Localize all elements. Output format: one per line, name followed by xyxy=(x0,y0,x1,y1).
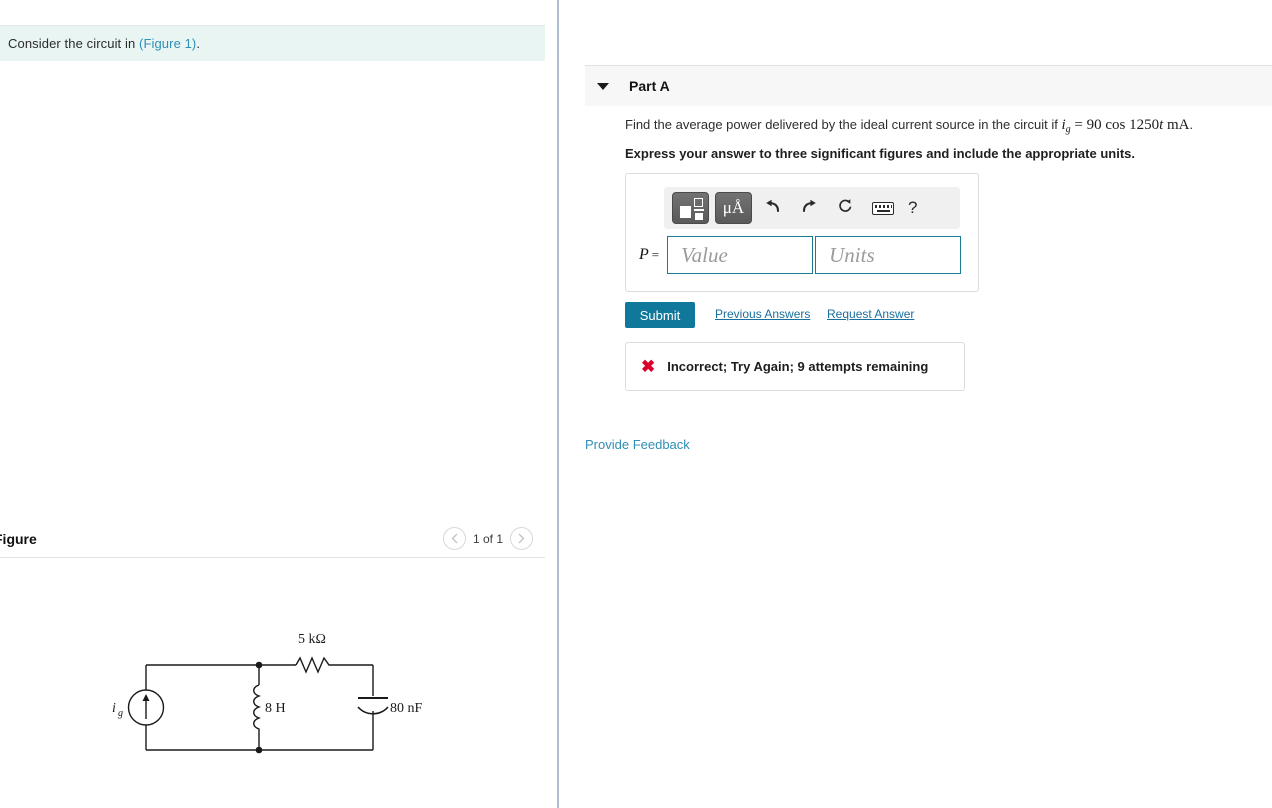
chevron-left-icon xyxy=(451,533,458,544)
answer-box: μÅ ? P = Value Units xyxy=(625,173,979,292)
math-equation: = 90 cos 1250 xyxy=(1070,117,1160,133)
inductor-symbol xyxy=(253,684,262,733)
template-block-filled xyxy=(680,206,691,218)
question-prefix: Find the average power delivered by the … xyxy=(625,117,1062,132)
answer-units-placeholder: Units xyxy=(829,242,875,267)
intro-text-before: Consider the circuit in xyxy=(8,36,140,51)
current-source-label: i xyxy=(112,701,116,716)
answer-variable: P xyxy=(639,246,649,263)
inductor-label: 8 H xyxy=(265,701,286,716)
current-source-sub: g xyxy=(118,708,123,719)
redo-icon[interactable] xyxy=(794,199,824,218)
reset-icon[interactable] xyxy=(830,198,860,219)
figure-canvas: i g 8 H 5 kΩ 80 nF xyxy=(0,570,545,808)
figure-pager-label: 1 of 1 xyxy=(472,531,503,546)
answer-instruction: Express your answer to three significant… xyxy=(625,146,1135,161)
question-text: Find the average power delivered by the … xyxy=(625,117,1265,135)
question-math: ig = 90 cos 1250t mA xyxy=(1061,117,1190,135)
keyboard-icon[interactable] xyxy=(872,201,894,215)
units-label: μÅ xyxy=(722,198,745,217)
math-toolbar: μÅ ? xyxy=(664,187,960,229)
part-a-header[interactable]: Part A xyxy=(585,65,1272,106)
question-suffix: . xyxy=(1189,117,1194,132)
answer-units-input[interactable]: Units xyxy=(815,236,962,274)
junction-dot-bottom xyxy=(255,746,263,754)
figure-prev-button[interactable] xyxy=(442,527,466,550)
submit-button[interactable]: Submit xyxy=(625,302,695,328)
capacitor-label: 80 nF xyxy=(390,701,423,716)
micro-angstrom-units-icon[interactable]: μÅ xyxy=(715,192,752,224)
math-template-icon[interactable] xyxy=(672,192,709,224)
right-panel: Part A Find the average power delivered … xyxy=(559,0,1272,808)
answer-equals: = xyxy=(651,247,660,262)
chevron-right-icon xyxy=(518,533,525,544)
page-root: Consider the circuit in (Figure 1). Figu… xyxy=(0,0,1272,808)
feedback-message: Incorrect; Try Again; 9 attempts remaini… xyxy=(667,359,929,374)
junction-dot-top xyxy=(255,661,263,669)
undo-glyph xyxy=(766,199,780,212)
x-mark-icon: ✖ xyxy=(641,356,656,376)
part-a-title: Part A xyxy=(629,78,670,94)
caret-down-icon[interactable] xyxy=(597,82,609,90)
template-block-lower xyxy=(695,213,703,220)
answer-value-placeholder: Value xyxy=(681,242,728,267)
figure-next-button[interactable] xyxy=(510,527,533,550)
answer-row: P = Value Units xyxy=(639,236,962,274)
math-unit: mA xyxy=(1163,117,1190,133)
template-fraction-bar xyxy=(694,209,704,211)
circuit-diagram: i g 8 H 5 kΩ 80 nF xyxy=(112,632,423,754)
figure-link[interactable]: (Figure 1) xyxy=(139,36,196,51)
help-icon[interactable]: ? xyxy=(908,198,917,218)
figure-divider xyxy=(0,557,545,558)
resistor-label: 5 kΩ xyxy=(298,632,326,647)
intro-text-after: . xyxy=(196,36,201,51)
provide-feedback-link[interactable]: Provide Feedback xyxy=(585,437,690,452)
figure-pager: 1 of 1 xyxy=(442,527,533,550)
intro-text: Consider the circuit in (Figure 1). xyxy=(8,36,200,51)
figure-title: Figure xyxy=(0,530,37,547)
left-panel: Consider the circuit in (Figure 1). Figu… xyxy=(0,0,558,808)
feedback-box: ✖ Incorrect; Try Again; 9 attempts remai… xyxy=(625,342,965,391)
answer-value-input[interactable]: Value xyxy=(667,236,814,274)
template-block-outline xyxy=(694,198,703,207)
previous-answers-link[interactable]: Previous Answers xyxy=(715,307,810,321)
request-answer-link[interactable]: Request Answer xyxy=(827,307,914,321)
figure-header: Figure 1 of 1 xyxy=(0,520,545,557)
reset-glyph xyxy=(839,198,852,212)
intro-banner: Consider the circuit in (Figure 1). xyxy=(0,25,545,61)
resistor-symbol xyxy=(295,656,337,674)
redo-glyph xyxy=(802,199,816,212)
undo-icon[interactable] xyxy=(758,199,788,218)
